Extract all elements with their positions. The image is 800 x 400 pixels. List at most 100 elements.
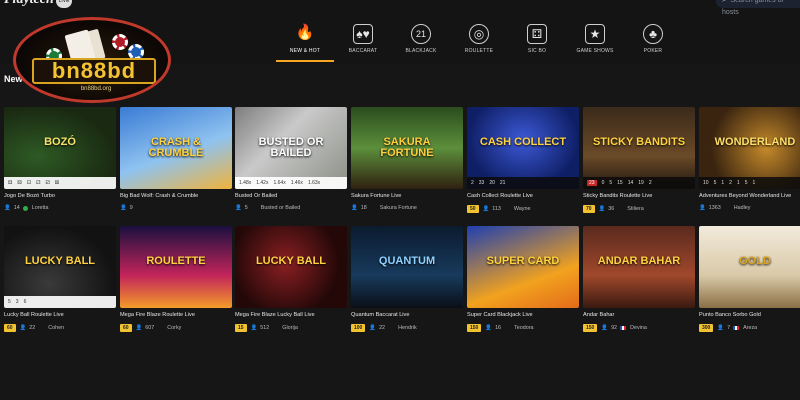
game-thumbnail[interactable]: SAKURA FORTUNE	[351, 107, 463, 189]
game-thumbnail[interactable]: STICKY BANDITS 23 0 5 15 14 19 2	[583, 107, 695, 189]
flame-icon: 🔥	[295, 24, 315, 41]
roulette-icon: ◎	[469, 24, 489, 44]
game-thumbnail[interactable]: BOZÓ ⚃ ⚄ ⚀ ⚁ ⚂ ⚅	[4, 107, 116, 189]
game-thumbnail[interactable]: WONDERLAND 10 5 1 2 1 5 1	[699, 107, 800, 189]
game-thumbnail[interactable]: QUANTUM	[351, 226, 463, 308]
game-title[interactable]: Sticky Bandits Roulette Live	[583, 193, 695, 199]
search-input[interactable]: ⌕Search games or hosts	[716, 0, 800, 16]
game-thumbnail[interactable]: LUCKY BALL	[235, 226, 347, 308]
tab-sic-bo[interactable]: ⚃ SIC BO	[508, 24, 566, 58]
game-thumbnail[interactable]: GOLD	[699, 226, 800, 308]
game-tile[interactable]: CRASH & CRUMBLE Big Bad Wolf: Crash & Cru…	[120, 107, 232, 211]
host-name: Busted or Bailed	[260, 205, 301, 211]
players-icon: 👤	[235, 205, 242, 211]
history-item: 1	[752, 180, 756, 186]
game-meta: 60 👤 22 Cohen	[4, 324, 116, 332]
game-title[interactable]: Mega Fire Blaze Roulette Live	[120, 312, 232, 318]
poker-chip-icon: ♣	[643, 24, 663, 44]
players-icon: 👤	[601, 325, 609, 331]
game-art-title: GOLD	[739, 255, 771, 267]
history-item: 0	[601, 180, 605, 186]
game-tile[interactable]: GOLD Punto Banco Sorbo Gold 300 👤 7 Areza	[699, 226, 800, 332]
game-art-title: WONDERLAND	[714, 136, 796, 148]
game-tile[interactable]: SAKURA FORTUNE Sakura Fortune Live 👤 18 Saku…	[351, 107, 463, 211]
game-tile[interactable]: STICKY BANDITS 23 0 5 15 14 19 2 Sticky Bandits …	[583, 107, 695, 213]
history-item: 23	[587, 180, 597, 186]
game-thumbnail[interactable]: BUSTED OR BAILED 1.48x 1.42x 1.64x 1.46x 1.63…	[235, 107, 347, 189]
min-bet-badge: 150	[467, 324, 482, 332]
result-history: ⚃ ⚄ ⚀ ⚁ ⚂ ⚅	[4, 177, 116, 189]
language-flag-icon	[733, 326, 740, 330]
game-art-title: STICKY BANDITS	[592, 136, 686, 148]
logo-wordmark: bn88bd	[32, 58, 156, 84]
game-title[interactable]: Big Bad Wolf: Crash & Crumble	[120, 193, 232, 199]
game-thumbnail[interactable]: SUPER CARD	[467, 226, 579, 308]
game-tile[interactable]: WONDERLAND 10 5 1 2 1 5 1 Adventures Beyond Wond…	[699, 107, 800, 211]
host-name: Cohen	[48, 325, 65, 331]
brand-logo[interactable]: Playtech	[4, 0, 54, 8]
game-thumbnail[interactable]: CASH COLLECT 2 33 20 21	[467, 107, 579, 189]
tab-label: BLACKJACK	[405, 48, 437, 54]
game-thumbnail[interactable]: ANDAR BAHAR	[583, 226, 695, 308]
player-count: 16	[495, 325, 502, 331]
game-art-title: ROULETTE	[146, 255, 206, 267]
tab-roulette[interactable]: ◎ ROULETTE	[450, 24, 508, 58]
history-item: 1	[736, 180, 740, 186]
players-icon: 👤	[699, 205, 706, 211]
game-art-title: QUANTUM	[378, 255, 436, 267]
game-meta: 👤 18 Sakura Fortune	[351, 205, 463, 211]
logo-url: bn88bd.org	[80, 86, 112, 92]
game-thumbnail[interactable]: CRASH & CRUMBLE	[120, 107, 232, 189]
tab-label: POKER	[643, 48, 663, 54]
players-icon: 👤	[482, 206, 490, 212]
game-title[interactable]: Quantum Baccarat Live	[351, 312, 463, 318]
history-item: 1	[721, 180, 725, 186]
game-meta: 60 👤 607 Corky	[120, 324, 232, 332]
players-icon: 👤	[250, 325, 258, 331]
game-tile[interactable]: SUPER CARD Super Card Blackjack Live 150 👤 1…	[467, 226, 579, 332]
players-icon: 👤	[717, 325, 725, 331]
host-name: Hendrik	[398, 325, 417, 331]
game-show-icon: ★	[585, 24, 605, 44]
game-title[interactable]: Super Card Blackjack Live	[467, 312, 579, 318]
players-icon: 👤	[135, 325, 143, 331]
game-meta: 👤 14 Loretta	[4, 205, 116, 211]
tab-poker[interactable]: ♣ POKER	[624, 24, 682, 58]
tab-blackjack[interactable]: 21 BLACKJACK	[392, 24, 450, 58]
host-name: Corky	[167, 325, 182, 331]
game-title[interactable]: Mega Fire Blaze Lucky Ball Live	[235, 312, 347, 318]
game-meta: 50 👤 113 Wayne	[467, 205, 579, 213]
game-title[interactable]: Jogo De Bozó Turbo	[4, 193, 116, 199]
game-tile[interactable]: QUANTUM Quantum Baccarat Live 100 👤 22 Hendri…	[351, 226, 463, 332]
game-tile[interactable]: ANDAR BAHAR Andar Bahar 150 👤 92 Devina	[583, 226, 695, 332]
game-thumbnail[interactable]: LUCKY BALL 5 3 6	[4, 226, 116, 308]
tab-game-shows[interactable]: ★ GAME SHOWS	[566, 24, 624, 58]
tab-new-hot[interactable]: 🔥 NEW & HOT	[276, 24, 334, 62]
history-item: ⚀	[26, 180, 32, 186]
tab-baccarat[interactable]: ♠♥ BACCARAT	[334, 24, 392, 58]
history-item: ⚁	[36, 180, 41, 186]
game-tile[interactable]: LUCKY BALL 5 3 6 Lucky Ball Roulette Live 60 👤…	[4, 226, 116, 332]
game-title[interactable]: Lucky Ball Roulette Live	[4, 312, 116, 318]
player-count: 7	[727, 325, 731, 331]
game-title[interactable]: Busted Or Bailed	[235, 193, 347, 199]
category-nav: 🔥 NEW & HOT ♠♥ BACCARAT 21 BLACKJACK ◎ R…	[276, 24, 682, 62]
game-title[interactable]: Cash Collect Roulette Live	[467, 193, 579, 199]
game-thumbnail[interactable]: ROULETTE	[120, 226, 232, 308]
game-title[interactable]: Punto Banco Sorbo Gold	[699, 312, 800, 318]
game-title[interactable]: Adventures Beyond Wonderland Live	[699, 193, 800, 199]
host-name: Wayne	[513, 206, 531, 212]
game-tile[interactable]: LUCKY BALL Mega Fire Blaze Lucky Ball Liv…	[235, 226, 347, 332]
min-bet-badge: 300	[699, 324, 714, 332]
game-tile[interactable]: ROULETTE Mega Fire Blaze Roulette Live 60 👤…	[120, 226, 232, 332]
game-tile[interactable]: BOZÓ ⚃ ⚄ ⚀ ⚁ ⚂ ⚅ Jogo De Bozó Turbo 👤 14 Loretta	[4, 107, 116, 211]
game-title[interactable]: Andar Bahar	[583, 312, 695, 318]
casino-chip-icon	[112, 34, 128, 50]
site-logo[interactable]: bn88bd bn88bd.org	[13, 17, 171, 103]
game-tile[interactable]: BUSTED OR BAILED 1.48x 1.42x 1.64x 1.46x 1.63…	[235, 107, 347, 211]
dice-icon: ⚃	[527, 24, 547, 44]
game-title[interactable]: Sakura Fortune Live	[351, 193, 463, 199]
game-tile[interactable]: CASH COLLECT 2 33 20 21 Cash Collect Roulette…	[467, 107, 579, 213]
player-count: 5	[244, 205, 248, 211]
history-item: 21	[499, 180, 506, 186]
